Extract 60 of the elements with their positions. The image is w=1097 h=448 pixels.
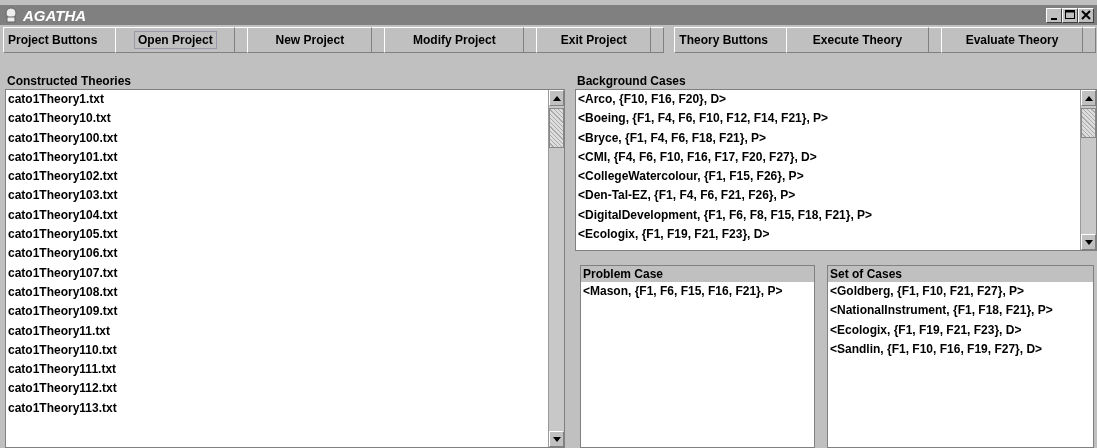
scroll-down-button[interactable] [549, 431, 564, 447]
list-item[interactable]: <NationalInstrument, {F1, F18, F21}, P> [830, 301, 1093, 321]
list-item[interactable]: cato1Theory102.txt [8, 167, 548, 187]
list-item[interactable]: cato1Theory109.txt [8, 302, 548, 322]
list-item[interactable]: cato1Theory10.txt [8, 109, 548, 129]
maximize-icon [1064, 9, 1076, 21]
arrow-up-icon [552, 95, 561, 101]
arrow-down-icon [552, 436, 561, 442]
list-item[interactable]: cato1Theory11.txt [8, 321, 548, 341]
list-item[interactable]: <Sandlin, {F1, F10, F16, F19, F27}, D> [830, 339, 1093, 360]
minimize-button[interactable] [1046, 7, 1062, 23]
toolbar-button[interactable]: Execute Theory [786, 27, 929, 53]
scroll-down-button[interactable] [1081, 234, 1096, 250]
arrow-down-icon [1084, 239, 1093, 245]
list-item[interactable]: <Bryce, {F1, F4, F6, F18, F21}, P> [578, 128, 1080, 148]
list-item[interactable]: <Mason, {F1, F6, F15, F16, F21}, P> [583, 282, 814, 302]
app-logo-icon [3, 7, 19, 23]
scrollbar[interactable] [548, 90, 564, 447]
scrollbar[interactable] [1080, 90, 1096, 250]
toolbar-button[interactable]: New Project [247, 27, 373, 53]
close-icon [1080, 9, 1092, 21]
list-item[interactable]: cato1Theory105.txt [8, 225, 548, 245]
arrow-up-icon [1084, 95, 1093, 101]
list-item[interactable]: <CollegeWatercolour, {F1, F15, F26}, P> [578, 167, 1080, 187]
toolbar-button[interactable]: Modify Project [384, 27, 525, 53]
list-item[interactable]: cato1Theory101.txt [8, 147, 548, 168]
list-item[interactable]: <Den-Tal-EZ, {F1, F4, F6, F21, F26}, P> [578, 186, 1080, 206]
list-item[interactable]: cato1Theory107.txt [8, 263, 548, 283]
scroll-up-button[interactable] [1081, 90, 1096, 106]
list-item[interactable]: cato1Theory100.txt [8, 128, 548, 148]
scroll-up-button[interactable] [549, 90, 564, 106]
group-label: Project Buttons [7, 33, 99, 47]
toolbar-button[interactable]: Evaluate Theory [941, 27, 1083, 53]
list-item[interactable]: <Ecologix, {F1, F19, F21, F23}, D> [578, 225, 1080, 245]
window-title: AGATHA [23, 6, 87, 24]
list-item[interactable]: cato1Theory110.txt [8, 340, 548, 361]
list-item[interactable]: <Ecologix, {F1, F19, F21, F23}, D> [830, 320, 1093, 340]
scroll-thumb[interactable] [1081, 108, 1096, 138]
list-item[interactable]: cato1Theory112.txt [8, 379, 548, 399]
list-item[interactable]: <Goldberg, {F1, F10, F21, F27}, P> [830, 282, 1093, 302]
panel-title: Background Cases [576, 73, 687, 89]
list-item[interactable]: cato1Theory1.txt [8, 90, 548, 110]
minimize-icon [1051, 17, 1057, 20]
list-item[interactable]: <Boeing, {F1, F4, F6, F10, F12, F14, F21}, P> [578, 109, 1080, 129]
list-item[interactable]: <CMI, {F4, F6, F10, F16, F17, F20, F27}, D> [578, 147, 1080, 168]
list-item[interactable]: <DigitalDevelopment, {F1, F6, F8, F15, F18, F21}, P> [578, 205, 1080, 226]
toolbar-button[interactable]: Exit Project [536, 27, 652, 53]
list-item[interactable]: cato1Theory106.txt [8, 244, 548, 264]
list-item[interactable]: <Arco, {F10, F16, F20}, D> [578, 90, 1080, 110]
list-item[interactable]: cato1Theory104.txt [8, 205, 548, 226]
close-button[interactable] [1078, 7, 1094, 23]
toolbar-button[interactable]: Open Project [115, 27, 236, 53]
maximize-button[interactable] [1062, 7, 1078, 23]
list-item[interactable]: cato1Theory111.txt [8, 360, 548, 380]
panel-title: Constructed Theories [6, 73, 133, 89]
list-item[interactable]: cato1Theory108.txt [8, 282, 548, 303]
list-item[interactable]: cato1Theory103.txt [8, 186, 548, 206]
list-item[interactable]: cato1Theory113.txt [8, 398, 548, 419]
scroll-thumb[interactable] [549, 108, 564, 148]
group-label: Theory Buttons [678, 33, 769, 47]
